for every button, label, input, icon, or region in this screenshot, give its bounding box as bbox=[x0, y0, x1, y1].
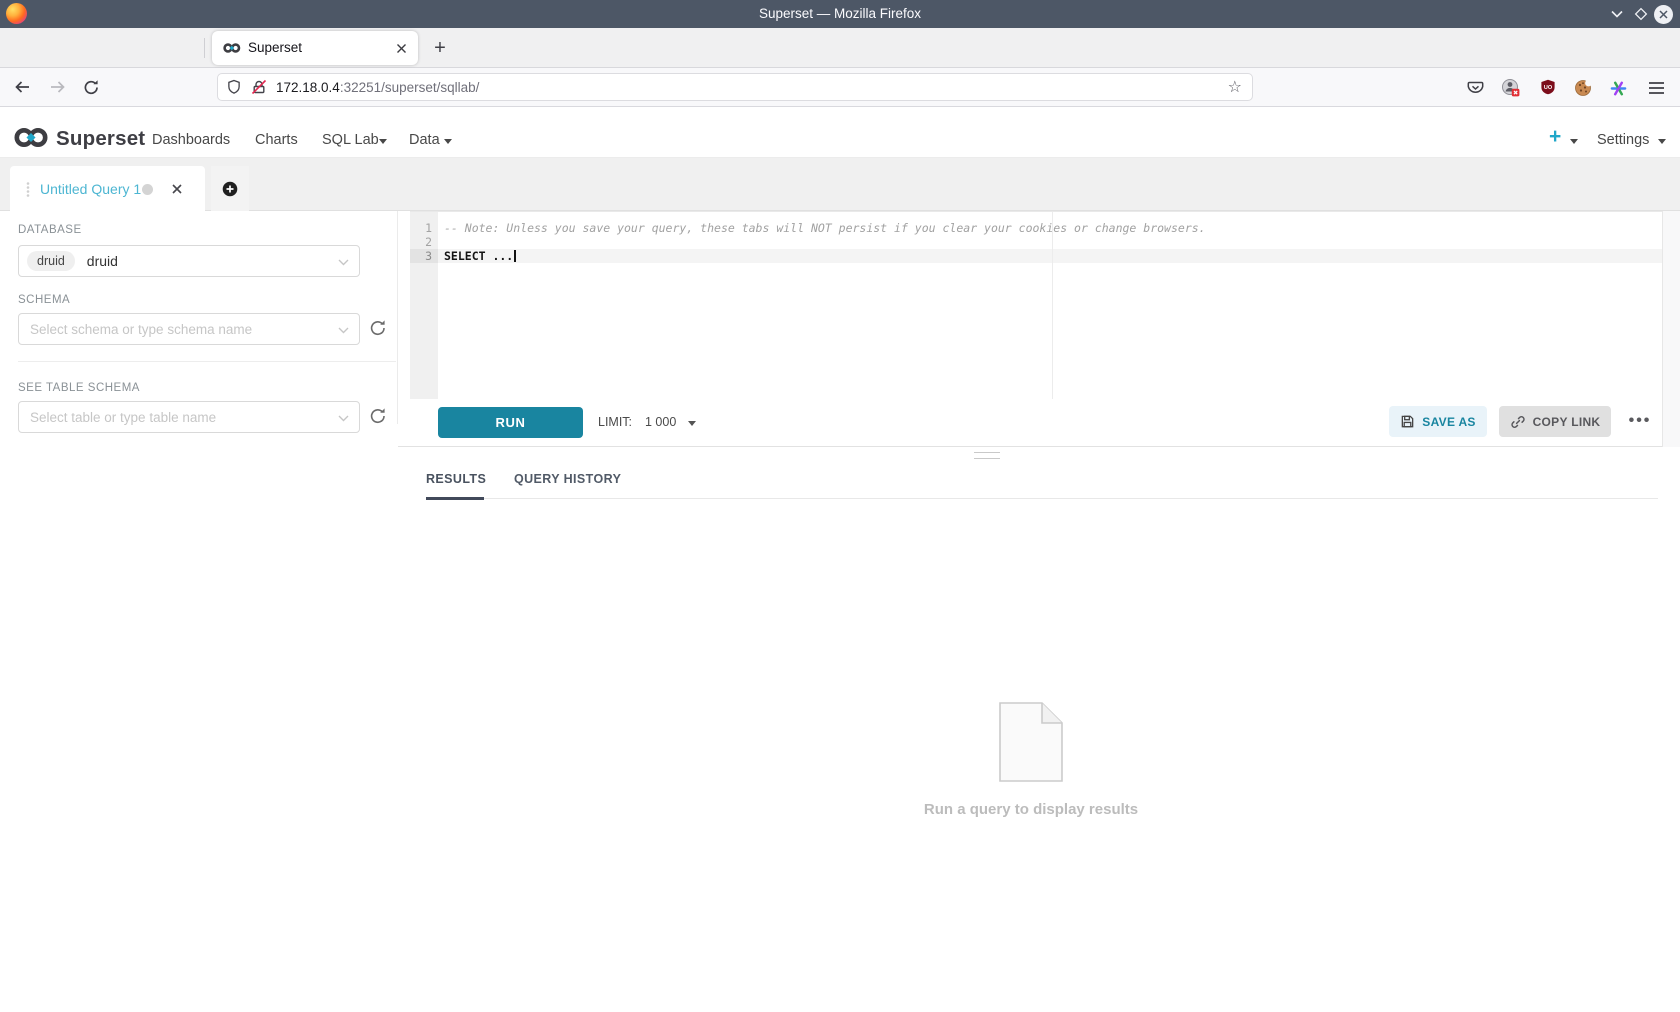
url-path: :32251/superset/sqllab/ bbox=[340, 80, 480, 95]
new-item-plus-button[interactable]: + bbox=[1549, 125, 1561, 149]
schema-placeholder: Select schema or type schema name bbox=[30, 322, 252, 337]
tab-title: Superset bbox=[248, 40, 302, 55]
sql-editor[interactable] bbox=[410, 211, 1662, 399]
add-query-tab-button[interactable] bbox=[211, 166, 249, 211]
hamburger-menu-button[interactable] bbox=[1648, 81, 1665, 95]
scrollbar-track[interactable] bbox=[1663, 211, 1680, 447]
url-host: 172.18.0.4 bbox=[276, 80, 340, 95]
database-select[interactable]: druid druid bbox=[18, 245, 360, 277]
copy-link-button[interactable]: COPY LINK bbox=[1499, 406, 1611, 437]
nav-item-sql-lab[interactable]: SQL Lab bbox=[322, 132, 379, 148]
window-minimize-button[interactable] bbox=[1606, 4, 1628, 24]
extension-asterisk-icon[interactable] bbox=[1610, 80, 1627, 97]
schema-label: SCHEMA bbox=[18, 294, 70, 306]
save-as-button[interactable]: SAVE AS bbox=[1389, 406, 1487, 437]
save-icon bbox=[1400, 414, 1415, 429]
browser-tab-superset[interactable]: Superset bbox=[212, 31, 418, 65]
results-tabs-border bbox=[426, 498, 1658, 499]
active-line-highlight bbox=[410, 249, 1662, 263]
settings-menu[interactable]: Settings bbox=[1597, 132, 1649, 148]
svg-text:UO: UO bbox=[1544, 85, 1553, 91]
more-options-button[interactable]: ••• bbox=[1620, 406, 1660, 437]
nav-item-data[interactable]: Data bbox=[409, 132, 440, 148]
superset-logo-icon[interactable] bbox=[12, 124, 50, 151]
sql-comment-line: -- Note: Unless you save your query, the… bbox=[444, 221, 1206, 235]
query-tab-close-button[interactable] bbox=[171, 183, 183, 195]
pane-resize-grip[interactable] bbox=[974, 452, 1000, 459]
query-tab-title[interactable]: Untitled Query 1 bbox=[40, 181, 141, 197]
pocket-icon[interactable] bbox=[1467, 79, 1484, 96]
schema-select[interactable]: Select schema or type schema name bbox=[18, 313, 360, 345]
window-maximize-button[interactable] bbox=[1630, 4, 1652, 24]
chevron-down-icon bbox=[338, 327, 349, 334]
chevron-down-icon bbox=[1611, 10, 1623, 18]
print-margin-line bbox=[1052, 212, 1053, 399]
query-tab-bar bbox=[0, 158, 1680, 211]
chevron-down-icon bbox=[338, 259, 349, 266]
forward-button[interactable] bbox=[49, 79, 67, 95]
limit-dropdown-caret[interactable] bbox=[688, 421, 696, 426]
url-text: 172.18.0.4:32251/superset/sqllab/ bbox=[276, 80, 479, 95]
text-cursor bbox=[514, 250, 516, 262]
line-number: 3 bbox=[410, 249, 432, 263]
database-label: DATABASE bbox=[18, 224, 82, 236]
sql-statement-line: SELECT ... bbox=[444, 249, 516, 263]
window-title: Superset — Mozilla Firefox bbox=[0, 6, 1680, 21]
tab-results[interactable]: RESULTS bbox=[426, 472, 486, 486]
nav-item-dashboards[interactable]: Dashboards bbox=[152, 132, 230, 148]
superset-navbar bbox=[0, 107, 1680, 158]
active-tab-underline bbox=[426, 497, 484, 500]
line-number: 1 bbox=[410, 221, 432, 235]
database-value: druid bbox=[87, 253, 118, 269]
chevron-down-icon bbox=[338, 415, 349, 422]
chevron-down-icon bbox=[1658, 139, 1666, 144]
browser-tab-apache-druid[interactable]: Apache Druid bbox=[0, 28, 205, 67]
limit-label: LIMIT: bbox=[598, 415, 632, 429]
back-button[interactable] bbox=[13, 79, 31, 95]
lock-disabled-icon bbox=[251, 79, 267, 95]
shield-icon bbox=[227, 79, 241, 95]
plus-circle-icon bbox=[222, 181, 238, 197]
url-bar[interactable]: 172.18.0.4:32251/superset/sqllab/ ☆ bbox=[217, 73, 1253, 101]
window-titlebar: Superset — Mozilla Firefox bbox=[0, 0, 1680, 28]
superset-brand[interactable]: Superset bbox=[56, 127, 145, 151]
nav-item-charts[interactable]: Charts bbox=[255, 132, 298, 148]
tab-query-history[interactable]: QUERY HISTORY bbox=[514, 472, 621, 486]
refresh-schemas-button[interactable] bbox=[369, 319, 387, 337]
extension-icon[interactable] bbox=[1501, 78, 1520, 97]
table-placeholder: Select table or type table name bbox=[30, 410, 216, 425]
empty-document-icon bbox=[999, 702, 1063, 782]
run-bar-border bbox=[398, 446, 1662, 447]
drag-handle-icon[interactable] bbox=[26, 182, 30, 197]
chevron-down-icon bbox=[379, 139, 387, 144]
save-as-label: SAVE AS bbox=[1422, 415, 1475, 429]
refresh-tables-button[interactable] bbox=[369, 407, 387, 425]
close-icon bbox=[1654, 5, 1673, 24]
superset-favicon bbox=[223, 42, 241, 54]
reload-button[interactable] bbox=[83, 79, 100, 96]
table-schema-label: SEE TABLE SCHEMA bbox=[18, 382, 140, 394]
tab-close-button[interactable] bbox=[396, 43, 407, 54]
copy-link-label: COPY LINK bbox=[1533, 415, 1601, 429]
tab-separator bbox=[204, 38, 205, 58]
window-close-button[interactable] bbox=[1652, 4, 1674, 24]
cookie-extension-icon[interactable] bbox=[1574, 79, 1592, 97]
chevron-down-icon bbox=[1570, 139, 1578, 144]
new-tab-button[interactable]: + bbox=[428, 36, 452, 60]
sidebar-divider bbox=[18, 361, 396, 362]
ublock-origin-icon[interactable]: UO bbox=[1540, 79, 1556, 95]
bookmark-star-icon[interactable]: ☆ bbox=[1228, 77, 1242, 97]
table-select[interactable]: Select table or type table name bbox=[18, 401, 360, 433]
unsaved-indicator-dot bbox=[142, 184, 153, 195]
database-type-pill: druid bbox=[27, 251, 75, 271]
limit-value[interactable]: 1 000 bbox=[645, 415, 676, 429]
run-query-button[interactable]: RUN bbox=[438, 407, 583, 438]
diamond-icon bbox=[1634, 7, 1648, 21]
line-number: 2 bbox=[410, 235, 432, 249]
link-icon bbox=[1510, 414, 1526, 430]
empty-results-message: Run a query to display results bbox=[881, 801, 1181, 818]
chevron-down-icon bbox=[444, 139, 452, 144]
panel-divider bbox=[397, 211, 398, 424]
